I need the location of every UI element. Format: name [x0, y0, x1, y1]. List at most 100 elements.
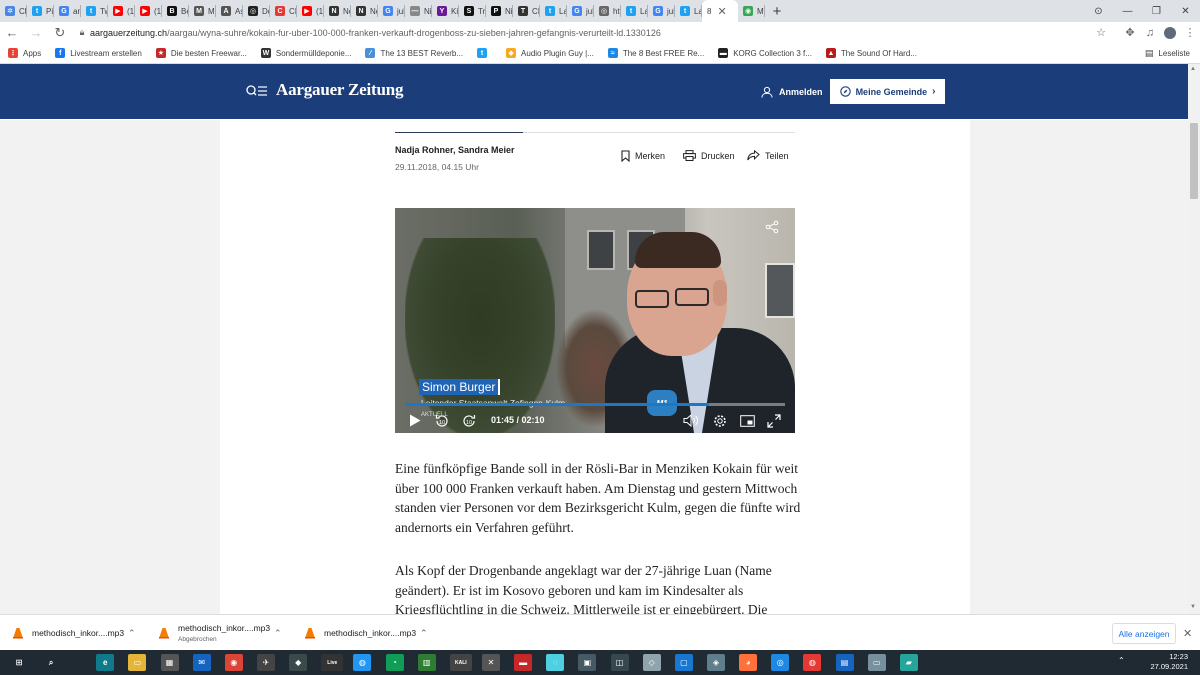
taskbar-start-icon[interactable]: ⊞ — [10, 654, 28, 671]
browser-tab[interactable]: t Pin — [27, 0, 54, 22]
bookmark-item[interactable]: ★ Die besten Freewar... — [155, 48, 247, 58]
taskbar-app-25-icon[interactable]: ◍ — [803, 654, 822, 671]
browser-tab[interactable]: t Tw — [81, 0, 108, 22]
browser-tab[interactable]: N Ne — [351, 0, 378, 22]
tab-search-icon[interactable]: ⊙ — [1084, 6, 1113, 17]
bookmark-item[interactable]: ⋮ Apps — [8, 48, 41, 58]
browser-tab[interactable]: M MI — [189, 0, 216, 22]
taskbar-app-28-icon[interactable]: ▰ — [899, 654, 918, 671]
browser-tab[interactable]: P Nil — [486, 0, 513, 22]
scroll-down-arrow-icon[interactable]: ▼ — [1190, 604, 1196, 610]
taskbar-explorer-icon[interactable]: ▭ — [128, 654, 147, 671]
bookmark-item[interactable]: ⁄ The 13 BEST Reverb... — [365, 48, 463, 58]
browser-tab[interactable]: T CIA — [513, 0, 540, 22]
browser-tab[interactable]: N Ne — [324, 0, 351, 22]
browser-tab[interactable]: ◎ http — [594, 0, 621, 22]
browser-tab[interactable]: Gjuli — [378, 0, 405, 22]
restore-icon[interactable]: ❐ — [1142, 6, 1171, 17]
taskbar-chrome-icon[interactable]: ◉ — [224, 654, 243, 671]
close-icon[interactable]: ✕ — [1183, 627, 1192, 640]
scroll-up-arrow-icon[interactable]: ▲ — [1190, 66, 1196, 72]
site-logo[interactable]: Aargauer Zeitung — [276, 80, 403, 100]
taskbar-search-icon[interactable]: ⌕ — [42, 654, 60, 671]
rewind-10-icon[interactable]: 10 — [433, 412, 451, 429]
video-progress-bar[interactable] — [405, 403, 785, 406]
system-clock[interactable]: 12:23 27.09.2021 — [1150, 652, 1188, 672]
taskbar-app-26-icon[interactable]: ▤ — [835, 654, 854, 671]
back-icon[interactable]: ← — [0, 22, 24, 43]
taskbar-app-15-icon[interactable]: ✕ — [482, 654, 500, 671]
new-tab-button[interactable]: + — [765, 0, 789, 22]
scrollbar-thumb[interactable] — [1190, 123, 1198, 199]
reading-list[interactable]: ▤ Leseliste — [1145, 43, 1190, 64]
print-button[interactable]: Drucken — [683, 150, 735, 161]
taskbar-app-16-icon[interactable]: ▬ — [514, 654, 533, 671]
chevron-up-icon[interactable]: ⌃ — [420, 628, 428, 639]
download-item[interactable]: methodisch_inkor....mp3 Abgebrochen ⌃ — [158, 615, 282, 651]
browser-tab[interactable]: Gam — [54, 0, 81, 22]
share-button[interactable]: Teilen — [747, 150, 789, 161]
browser-tab[interactable]: A As — [216, 0, 243, 22]
taskbar-app-12-icon[interactable]: ◔ — [385, 654, 404, 671]
search-menu-icon[interactable] — [246, 84, 268, 100]
taskbar-firefox-icon[interactable]: ◕ — [739, 654, 758, 671]
browser-tab[interactable]: — Nil — [405, 0, 432, 22]
page-scrollbar[interactable]: ▲ ▼ — [1188, 64, 1200, 614]
active-browser-tab[interactable]: 8 ✕ — [702, 0, 738, 22]
download-item[interactable]: methodisch_inkor....mp3 ⌃ — [304, 615, 428, 651]
browser-tab[interactable]: ▶ (10 — [297, 0, 324, 22]
bookmark-item[interactable]: f Livestream erstellen — [55, 48, 142, 58]
profile-avatar[interactable] — [1160, 26, 1180, 39]
browser-tab[interactable]: ▶ (10 — [135, 0, 162, 22]
browser-tab[interactable]: t Lat — [540, 0, 567, 22]
video-player[interactable]: M1 Simon Burger Leitender Staatsanwalt Z… — [395, 208, 795, 433]
forward-icon[interactable]: → — [24, 22, 48, 43]
taskbar-kali-icon[interactable]: KALI — [449, 654, 472, 671]
settings-gear-icon[interactable] — [711, 412, 729, 429]
browser-tab[interactable]: B Be — [162, 0, 189, 22]
taskbar-store-icon[interactable]: ▦ — [160, 654, 179, 671]
address-bar[interactable]: 🔒︎ aargauerzeitung.ch/aargau/wyna-suhre/… — [74, 23, 1114, 42]
menu-icon[interactable]: ⋮ — [1180, 26, 1200, 39]
browser-tab[interactable]: ▶ (10 — [108, 0, 135, 22]
bookmark-item[interactable]: W Sondermülldeponie... — [260, 48, 351, 58]
play-icon[interactable] — [407, 412, 423, 429]
bookmark-item[interactable]: ▲ The Sound Of Hard... — [825, 48, 917, 58]
minimize-icon[interactable]: — — [1113, 6, 1142, 17]
bookmark-item[interactable]: ◆ Audio Plugin Guy |... — [506, 48, 594, 58]
picture-in-picture-icon[interactable] — [738, 412, 756, 429]
taskbar-app-24-icon[interactable]: ◎ — [771, 654, 790, 671]
login-button[interactable]: Anmelden — [761, 82, 823, 102]
browser-tab[interactable]: Y Kid — [432, 0, 459, 22]
taskbar-app-13-icon[interactable]: ▥ — [417, 654, 436, 671]
reload-icon[interactable]: ↻ — [48, 22, 72, 43]
taskbar-app-22-icon[interactable]: ◈ — [707, 654, 725, 671]
taskbar-app-18-icon[interactable]: ▣ — [578, 654, 597, 671]
my-community-button[interactable]: Meine Gemeinde › — [830, 79, 945, 104]
taskbar-app-9-icon[interactable]: ◆ — [289, 654, 308, 671]
browser-tab[interactable]: Gjuli — [567, 0, 594, 22]
bookmark-button[interactable]: Merken — [621, 150, 665, 162]
browser-tab[interactable]: t Lat — [675, 0, 702, 22]
download-item[interactable]: methodisch_inkor....mp3 ⌃ — [12, 615, 136, 651]
taskbar-app-27-icon[interactable]: ▭ — [867, 654, 886, 671]
star-icon[interactable]: ☆ — [1096, 26, 1106, 39]
article-authors[interactable]: Nadja Rohner, Sandra Meier — [395, 145, 515, 155]
extensions-icon[interactable]: ✥ — [1120, 26, 1140, 39]
browser-tab[interactable]: ◉ Me — [738, 0, 765, 22]
taskbar-mail-icon[interactable]: ✉ — [192, 654, 211, 671]
bookmark-item[interactable]: ≈ The 8 Best FREE Re... — [607, 48, 704, 58]
browser-tab[interactable]: t Lat — [621, 0, 648, 22]
tray-chevron-icon[interactable]: ⌃ — [1118, 656, 1125, 665]
bookmark-item[interactable]: t — [477, 48, 492, 58]
taskbar-app-8-icon[interactable]: ✈ — [257, 654, 275, 671]
video-share-icon[interactable] — [765, 220, 779, 237]
chevron-up-icon[interactable]: ⌃ — [274, 628, 282, 639]
media-icon[interactable]: ♫ — [1140, 27, 1160, 39]
taskbar-app-11-icon[interactable]: ◍ — [353, 654, 372, 671]
bookmark-item[interactable]: ▬ KORG Collection 3 f... — [718, 48, 812, 58]
window-close-icon[interactable]: ✕ — [1171, 6, 1200, 17]
taskbar-app-17-icon[interactable]: ◌ — [546, 654, 565, 671]
browser-tab[interactable]: Gjuli — [648, 0, 675, 22]
taskbar-app-21-icon[interactable]: ▢ — [674, 654, 693, 671]
